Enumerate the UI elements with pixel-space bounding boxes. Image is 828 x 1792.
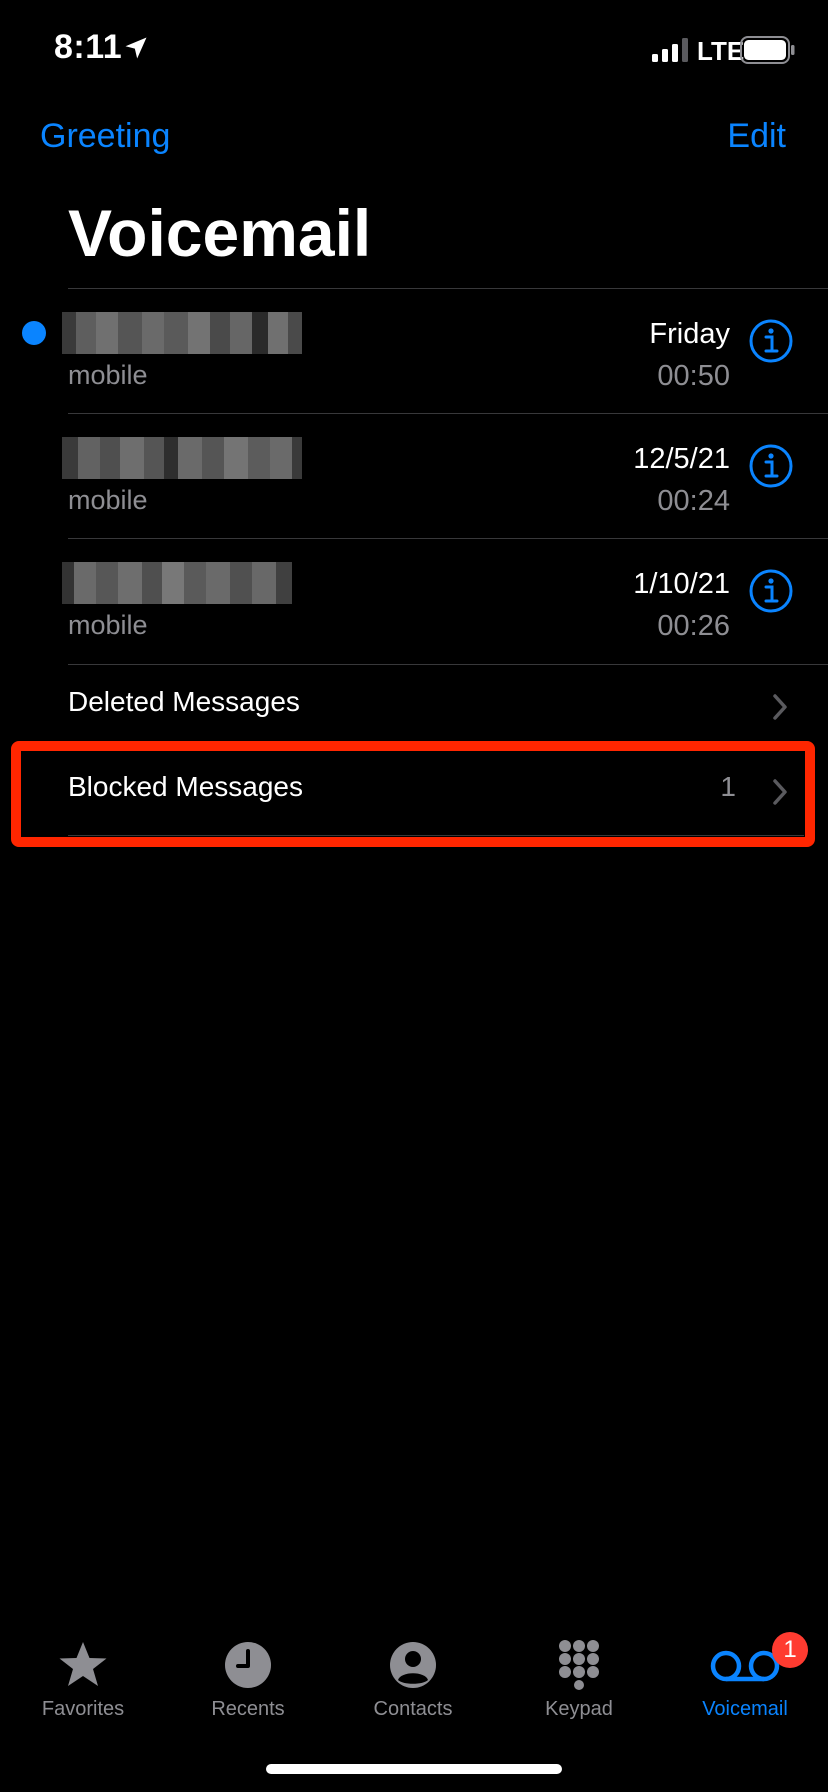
info-icon[interactable] [748,443,794,489]
voicemail-date: Friday [649,318,730,350]
status-time: 8:11 [54,28,123,66]
tab-label: Keypad [545,1698,613,1720]
star-icon [59,1642,107,1686]
chevron-right-icon [773,694,787,720]
tab-contacts[interactable]: Contacts [330,1620,496,1720]
unread-indicator [22,321,46,345]
caller-name-redacted [62,562,302,604]
page-title: Voicemail [68,196,372,270]
voicemail-date: 1/10/21 [633,568,730,600]
tab-favorites[interactable]: Favorites [0,1620,166,1720]
voicemail-duration: 00:24 [657,485,730,517]
caller-type-label: mobile [68,610,148,640]
greeting-button[interactable]: Greeting [40,117,170,156]
highlight-annotation [11,741,815,847]
voicemail-date: 12/5/21 [633,443,730,475]
voicemail-row[interactable]: mobile Friday 00:50 [0,290,828,415]
network-type-label: LTE [697,36,745,66]
info-icon[interactable] [748,318,794,364]
tab-voicemail[interactable]: 1 Voicemail [662,1620,828,1720]
person-circle-icon [390,1642,436,1688]
caller-name-redacted [62,437,302,479]
list-separator [68,538,828,539]
tab-keypad[interactable]: Keypad [496,1620,662,1720]
deleted-messages-row[interactable]: Deleted Messages [0,666,828,750]
caller-name-redacted [62,312,302,354]
tab-bar: Favorites Recents Contacts Keypad 1 Voic… [0,1620,828,1720]
tab-label: Contacts [373,1698,453,1720]
info-icon[interactable] [748,568,794,614]
voicemail-row[interactable]: mobile 12/5/21 00:24 [0,415,828,540]
voicemail-icon [710,1650,780,1682]
edit-button[interactable]: Edit [727,117,786,156]
tab-label: Favorites [41,1698,125,1720]
clock-icon [225,1642,271,1688]
list-separator [68,413,828,414]
tab-recents[interactable]: Recents [165,1620,331,1720]
tab-label: Voicemail [702,1698,788,1720]
notification-badge: 1 [772,1632,808,1668]
deleted-messages-label: Deleted Messages [68,686,300,717]
cellular-signal-icon [652,38,688,62]
caller-type-label: mobile [68,485,148,515]
caller-type-label: mobile [68,360,148,390]
home-indicator[interactable] [266,1764,562,1774]
keypad-icon [559,1640,599,1690]
voicemail-duration: 00:26 [657,610,730,642]
tab-label: Recents [211,1698,285,1720]
status-bar: 8:11 LTE [0,0,828,100]
battery-icon [740,36,795,64]
voicemail-row[interactable]: mobile 1/10/21 00:26 [0,540,828,665]
voicemail-duration: 00:50 [657,360,730,392]
list-separator [68,288,828,289]
list-separator [68,664,828,665]
location-arrow-icon [125,37,147,59]
